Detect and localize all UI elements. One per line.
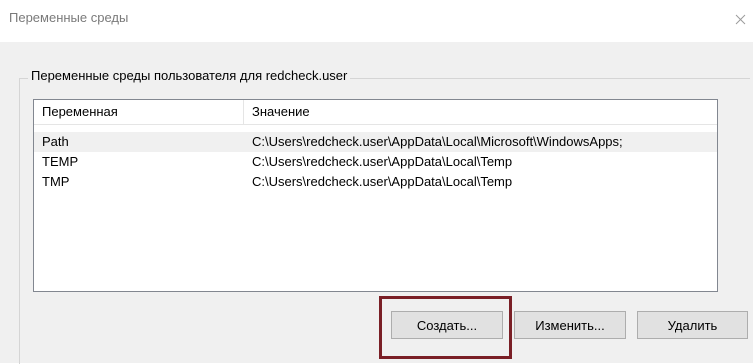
variable-name: TEMP [42,154,79,169]
variable-value: C:\Users\redcheck.user\AppData\Local\Tem… [252,174,513,189]
edit-button[interactable]: Изменить... [514,311,626,339]
user-variables-group-label: Переменные среды пользователя для redche… [28,68,351,83]
environment-variables-dialog: Переменные среды Переменные среды пользо… [0,0,753,364]
window-title: Переменные среды [9,10,129,25]
table-row[interactable]: TMP C:\Users\redcheck.user\AppData\Local… [34,172,717,192]
variable-value: C:\Users\redcheck.user\AppData\Local\Tem… [252,154,513,169]
table-row[interactable]: TEMP C:\Users\redcheck.user\AppData\Loca… [34,152,717,172]
title-bar: Переменные среды [0,0,753,42]
variable-name: TMP [42,174,70,189]
close-icon [735,14,746,24]
user-variables-list[interactable]: Переменная Значение Path C:\Users\redche… [33,99,718,292]
table-row[interactable]: Path C:\Users\redcheck.user\AppData\Loca… [34,132,717,152]
column-header-variable[interactable]: Переменная [34,100,244,124]
variable-value: C:\Users\redcheck.user\AppData\Local\Mic… [252,134,623,149]
column-header-value[interactable]: Значение [244,100,717,124]
delete-button[interactable]: Удалить [637,311,748,339]
list-header: Переменная Значение [34,100,717,125]
variable-name: Path [42,134,69,149]
close-button[interactable] [728,4,753,34]
create-button[interactable]: Создать... [391,311,503,339]
